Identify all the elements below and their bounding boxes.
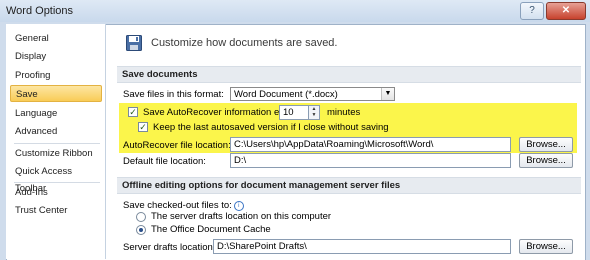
nav-item-advanced[interactable]: Advanced	[10, 123, 102, 140]
nav-item-trust-center[interactable]: Trust Center	[10, 202, 102, 219]
minutes-spinner[interactable]: ▲ ▼	[309, 105, 320, 120]
nav-item-general[interactable]: General	[10, 30, 102, 47]
autorecover-label: Save AutoRecover information every	[143, 107, 298, 118]
nav-item-customize-ribbon[interactable]: Customize Ribbon	[10, 145, 102, 162]
section-save-documents: Save documents	[117, 66, 581, 83]
autorecover-location-input[interactable]: C:\Users\hp\AppData\Roaming\Microsoft\Wo…	[230, 137, 511, 152]
keep-last-autosaved-checkbox[interactable]: ✓	[138, 122, 148, 132]
spin-down-icon[interactable]: ▼	[309, 112, 319, 118]
server-drafts-option-label: The server drafts location on this compu…	[151, 211, 332, 222]
nav-item-quick-access-toolbar[interactable]: Quick Access Toolbar	[10, 163, 102, 194]
nav-item-save[interactable]: Save	[10, 85, 102, 102]
office-cache-option-label: The Office Document Cache	[151, 224, 271, 235]
checked-out-label: Save checked-out files to: i	[123, 200, 244, 211]
page-header: Customize how documents are saved.	[151, 37, 338, 49]
format-select[interactable]: Word Document (*.docx) ▼	[230, 87, 395, 101]
chevron-down-icon: ▼	[381, 88, 394, 100]
info-icon: i	[233, 201, 244, 211]
default-location-label: Default file location:	[123, 156, 206, 167]
server-drafts-location-label: Server drafts location:	[123, 242, 216, 253]
browse-server-drafts-button[interactable]: Browse...	[519, 239, 573, 254]
save-options-panel: Customize how documents are saved. Save …	[107, 24, 584, 259]
floppy-disk-icon	[126, 35, 142, 51]
server-drafts-radio[interactable]	[136, 212, 146, 222]
server-drafts-location-input[interactable]: D:\SharePoint Drafts\	[213, 239, 511, 254]
nav-item-display[interactable]: Display	[10, 48, 102, 65]
minutes-label: minutes	[327, 107, 361, 118]
close-button[interactable]: ✕	[546, 2, 586, 20]
browse-default-button[interactable]: Browse...	[519, 153, 573, 168]
browse-autorecover-button[interactable]: Browse...	[519, 137, 573, 152]
nav-item-add-ins[interactable]: Add-Ins	[10, 184, 102, 201]
autorecover-minutes-input[interactable]: 10	[279, 105, 309, 120]
office-cache-radio[interactable]	[136, 225, 146, 235]
window-title: Word Options	[6, 5, 74, 17]
options-nav: General Display Proofing Save Language A…	[6, 24, 106, 259]
nav-item-language[interactable]: Language	[10, 105, 102, 122]
default-location-input[interactable]: D:\	[230, 153, 511, 168]
format-select-value: Word Document (*.docx)	[234, 89, 338, 100]
keep-last-autosaved-label: Keep the last autosaved version if I clo…	[153, 122, 389, 133]
autorecover-checkbox[interactable]: ✓	[128, 107, 138, 117]
nav-divider	[14, 182, 100, 183]
format-label: Save files in this format:	[123, 89, 224, 100]
nav-item-proofing[interactable]: Proofing	[10, 67, 102, 84]
section-offline-editing: Offline editing options for document man…	[117, 177, 581, 194]
nav-divider	[14, 143, 100, 144]
title-bar: Word Options ? ✕	[0, 0, 590, 22]
help-button[interactable]: ?	[520, 2, 544, 20]
autorecover-location-label: AutoRecover file location:	[123, 140, 231, 151]
